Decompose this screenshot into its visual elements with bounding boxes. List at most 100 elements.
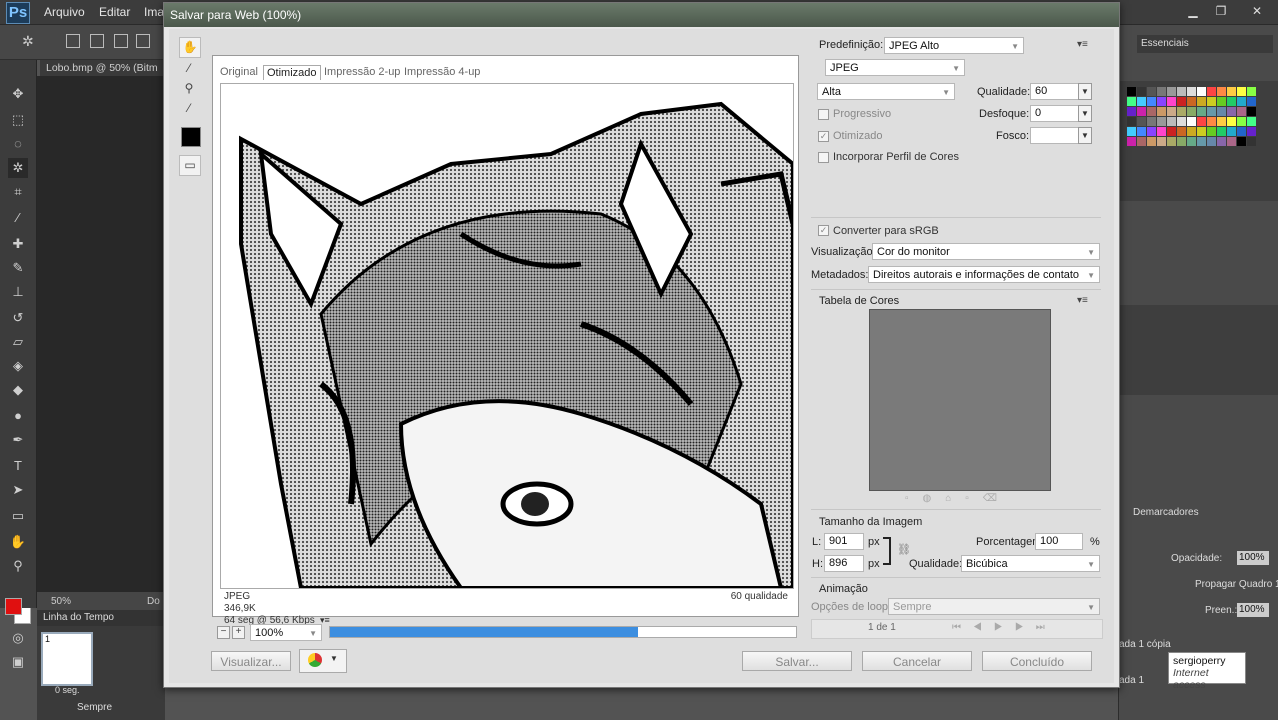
save-button[interactable]: Salvar... [742,651,852,671]
color-swatch[interactable] [1177,117,1186,126]
lasso-tool-icon[interactable]: ◌ [8,134,28,154]
zoom-out-button[interactable]: − [217,626,230,639]
selection-subtract-icon[interactable] [114,34,128,48]
color-swatch[interactable] [1187,137,1196,146]
color-swatch[interactable] [1127,87,1136,96]
chevron-down-icon[interactable]: ▼ [1078,127,1092,144]
color-swatch[interactable] [1197,87,1206,96]
color-swatch[interactable] [1177,87,1186,96]
loop-select[interactable]: Sempre [77,702,112,713]
menu-edit[interactable]: Editar [99,5,130,19]
convert-srgb-checkbox[interactable]: ✓ [818,225,829,236]
color-table-menu-icon[interactable]: ▾≡ [1077,295,1088,306]
resample-select[interactable]: Bicúbica ▼ [961,555,1100,572]
tab-2up[interactable]: Impressão 2-up [321,65,403,79]
preview-in-browser-button[interactable]: Visualizar... [211,651,291,671]
color-swatch[interactable] [1167,117,1176,126]
chevron-down-icon[interactable]: ▼ [1078,83,1092,100]
eyedropper-icon[interactable]: ⁄ [179,99,199,118]
fill-input[interactable]: 100% [1237,603,1269,617]
optimized-checkbox[interactable]: ✓ [818,131,829,142]
bookmarks-tab[interactable]: Demarcadores [1133,507,1199,518]
eraser-tool-icon[interactable]: ▱ [8,332,28,352]
pen-tool-icon[interactable]: ✒ [8,430,28,450]
slice-select-icon[interactable]: ⁄ [179,59,199,78]
history-brush-icon[interactable]: ↺ [8,308,28,328]
brush-tool-icon[interactable]: ✎ [8,258,28,278]
settings-menu-icon[interactable]: ▾≡ [1077,39,1088,50]
cancel-button[interactable]: Cancelar [862,651,972,671]
shape-tool-icon[interactable]: ▭ [8,506,28,526]
opacity-input[interactable]: 100% [1237,551,1269,565]
color-swatch[interactable] [1197,117,1206,126]
color-swatch[interactable] [1227,137,1236,146]
color-swatch[interactable] [1127,97,1136,106]
color-swatch[interactable] [1237,117,1246,126]
color-swatch[interactable] [1247,137,1256,146]
color-swatch[interactable] [1167,137,1176,146]
layer-copy[interactable]: ada 1 cópia [1119,639,1171,650]
tab-optimized[interactable]: Otimizado [263,65,321,80]
color-swatch[interactable] [1137,97,1146,106]
preview-mode-select[interactable]: Cor do monitor ▼ [872,243,1100,260]
color-swatch[interactable] [1127,127,1136,136]
color-swatch[interactable] [1187,87,1196,96]
height-input[interactable]: 896 [824,555,864,572]
eyedropper-color[interactable] [181,127,201,147]
color-swatch[interactable] [1187,127,1196,136]
eyedropper-tool-icon[interactable]: ⁄ [8,208,28,228]
marquee-tool-icon[interactable]: ⬚ [8,110,28,130]
zoom-level[interactable]: 50% [51,596,71,607]
color-swatch[interactable] [1147,107,1156,116]
type-tool-icon[interactable]: T [8,456,28,476]
color-swatch[interactable] [1187,107,1196,116]
foreground-color[interactable] [5,598,22,615]
wolf-preview-image[interactable] [220,83,794,589]
color-swatch[interactable] [1127,117,1136,126]
loop-select[interactable]: Sempre ▼ [888,598,1100,615]
color-swatch[interactable] [1157,87,1166,96]
document-tab[interactable]: Lobo.bmp @ 50% (Bitm [40,60,171,76]
layer-item[interactable]: ada 1 [1119,675,1144,686]
color-swatch[interactable] [1137,127,1146,136]
minimize-icon[interactable]: ▁ [1180,2,1206,20]
color-swatch[interactable] [1237,87,1246,96]
propagate-frame[interactable]: Propagar Quadro 1 [1195,579,1278,590]
move-tool-icon[interactable]: ✥ [8,84,28,104]
color-swatch[interactable] [1217,107,1226,116]
color-swatch[interactable] [1127,107,1136,116]
color-swatch[interactable] [1207,97,1216,106]
color-swatch[interactable] [1237,127,1246,136]
bucket-tool-icon[interactable]: ◈ [8,356,28,376]
color-swatch[interactable] [1157,117,1166,126]
color-swatch[interactable] [1177,97,1186,106]
color-swatch[interactable] [1207,137,1216,146]
color-swatch[interactable] [1157,137,1166,146]
color-swatch[interactable] [1197,137,1206,146]
color-swatch[interactable] [1187,97,1196,106]
quick-mask-icon[interactable]: ◎ [8,628,28,648]
color-swatch[interactable] [1237,137,1246,146]
metadata-select[interactable]: Direitos autorais e informações de conta… [868,266,1100,283]
format-select[interactable]: JPEG ▼ [825,59,965,76]
hand-tool-icon[interactable]: ✋ [179,37,201,58]
color-swatch[interactable] [1137,107,1146,116]
dodge-tool-icon[interactable]: ● [8,406,28,426]
color-swatch[interactable] [1207,107,1216,116]
percent-input[interactable]: 100 [1035,533,1083,550]
color-swatch[interactable] [1147,87,1156,96]
color-swatch[interactable] [1247,127,1256,136]
blur-tool-icon[interactable]: ◆ [8,380,28,400]
selection-intersect-icon[interactable] [136,34,150,48]
zoom-in-button[interactable]: + [232,626,245,639]
color-swatch[interactable] [1177,137,1186,146]
color-swatch[interactable] [1157,107,1166,116]
color-swatch[interactable] [1127,137,1136,146]
preset-select[interactable]: JPEG Alto ▼ [884,37,1024,54]
color-swatch[interactable] [1157,97,1166,106]
toggle-slices-icon[interactable]: ▭ [179,155,201,176]
color-swatch[interactable] [1147,137,1156,146]
quality-level-select[interactable]: Alta ▼ [817,83,955,100]
color-swatch[interactable] [1227,97,1236,106]
color-swatch[interactable] [1247,87,1256,96]
